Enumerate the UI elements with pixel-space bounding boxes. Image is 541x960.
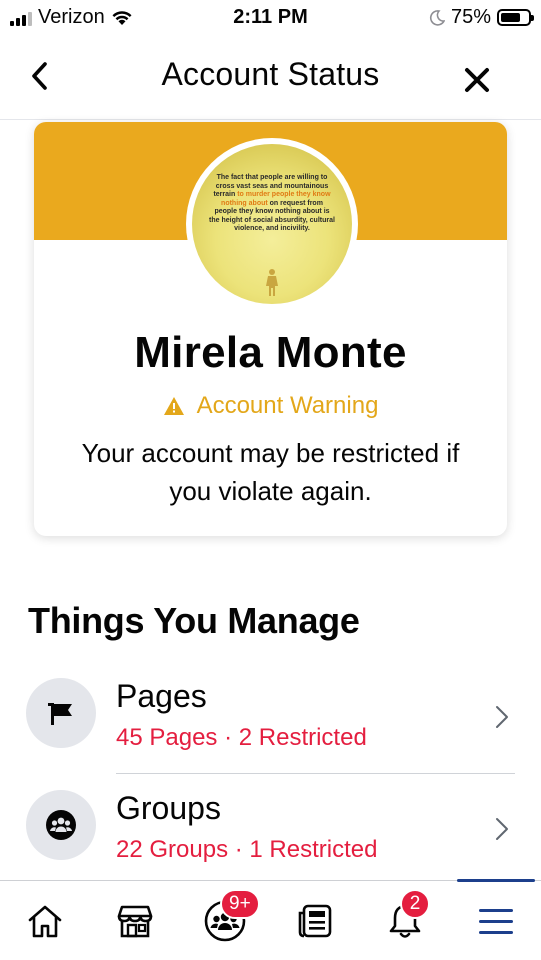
menu-icon [479,909,513,934]
item-title: Groups [116,790,221,826]
groups-badge: 9+ [220,889,260,919]
battery-percent: 75% [450,6,491,28]
item-subtitle: 22 Groups · 1 Restricted [116,836,378,863]
profile-name: Mirela Monte [134,328,407,377]
section-title: Things You Manage [28,600,360,641]
close-icon [465,68,489,92]
tab-notifications[interactable]: 2 [360,881,450,960]
marketplace-icon [117,905,153,938]
tab-home[interactable] [0,881,90,960]
moon-icon [429,9,445,26]
battery-icon [497,9,534,26]
warning-label: Account Warning [196,392,379,419]
item-icon-wrap [26,790,96,860]
manage-item-pages[interactable]: Pages 45 Pages · 2 Restricted [0,670,541,770]
status-bar-right: 75% [429,6,534,29]
warning-message: Your account may be restricted if you vi… [81,438,460,506]
avatar: The fact that people are willing to cros… [192,144,352,304]
item-title: Pages [116,678,207,714]
tab-marketplace[interactable] [90,881,180,960]
item-icon-wrap [26,678,96,748]
header: Account Status [0,40,541,120]
home-icon [28,905,62,938]
avatar-quote: The fact that people are willing to cros… [209,174,335,232]
news-feed-icon [298,904,332,938]
notifications-badge: 2 [400,889,430,919]
divider [116,773,515,774]
account-warning: Account Warning [34,392,507,420]
silhouette-figure [266,269,278,296]
warning-icon [163,397,184,415]
close-button[interactable] [459,62,495,98]
profile-picture[interactable]: The fact that people are willing to cros… [186,138,358,310]
groups-icon [46,810,76,840]
chevron-right-icon [496,818,508,840]
tab-groups[interactable]: 9+ [180,881,270,960]
manage-item-groups[interactable]: Groups 22 Groups · 1 Restricted [0,782,541,882]
item-subtitle: 45 Pages · 2 Restricted [116,724,367,751]
status-bar: Verizon 2:11 PM 75% [0,0,541,38]
tab-menu[interactable] [451,879,541,960]
account-status-screen: Verizon 2:11 PM 75% Account Status The f… [0,0,541,960]
flag-icon [48,703,72,725]
bottom-tab-bar: 9+ 2 [0,879,541,960]
active-tab-indicator [457,879,535,882]
chevron-right-icon [496,706,508,728]
battery-fill [501,13,520,22]
account-status-card: The fact that people are willing to cros… [34,122,507,536]
tab-news[interactable] [270,881,360,960]
